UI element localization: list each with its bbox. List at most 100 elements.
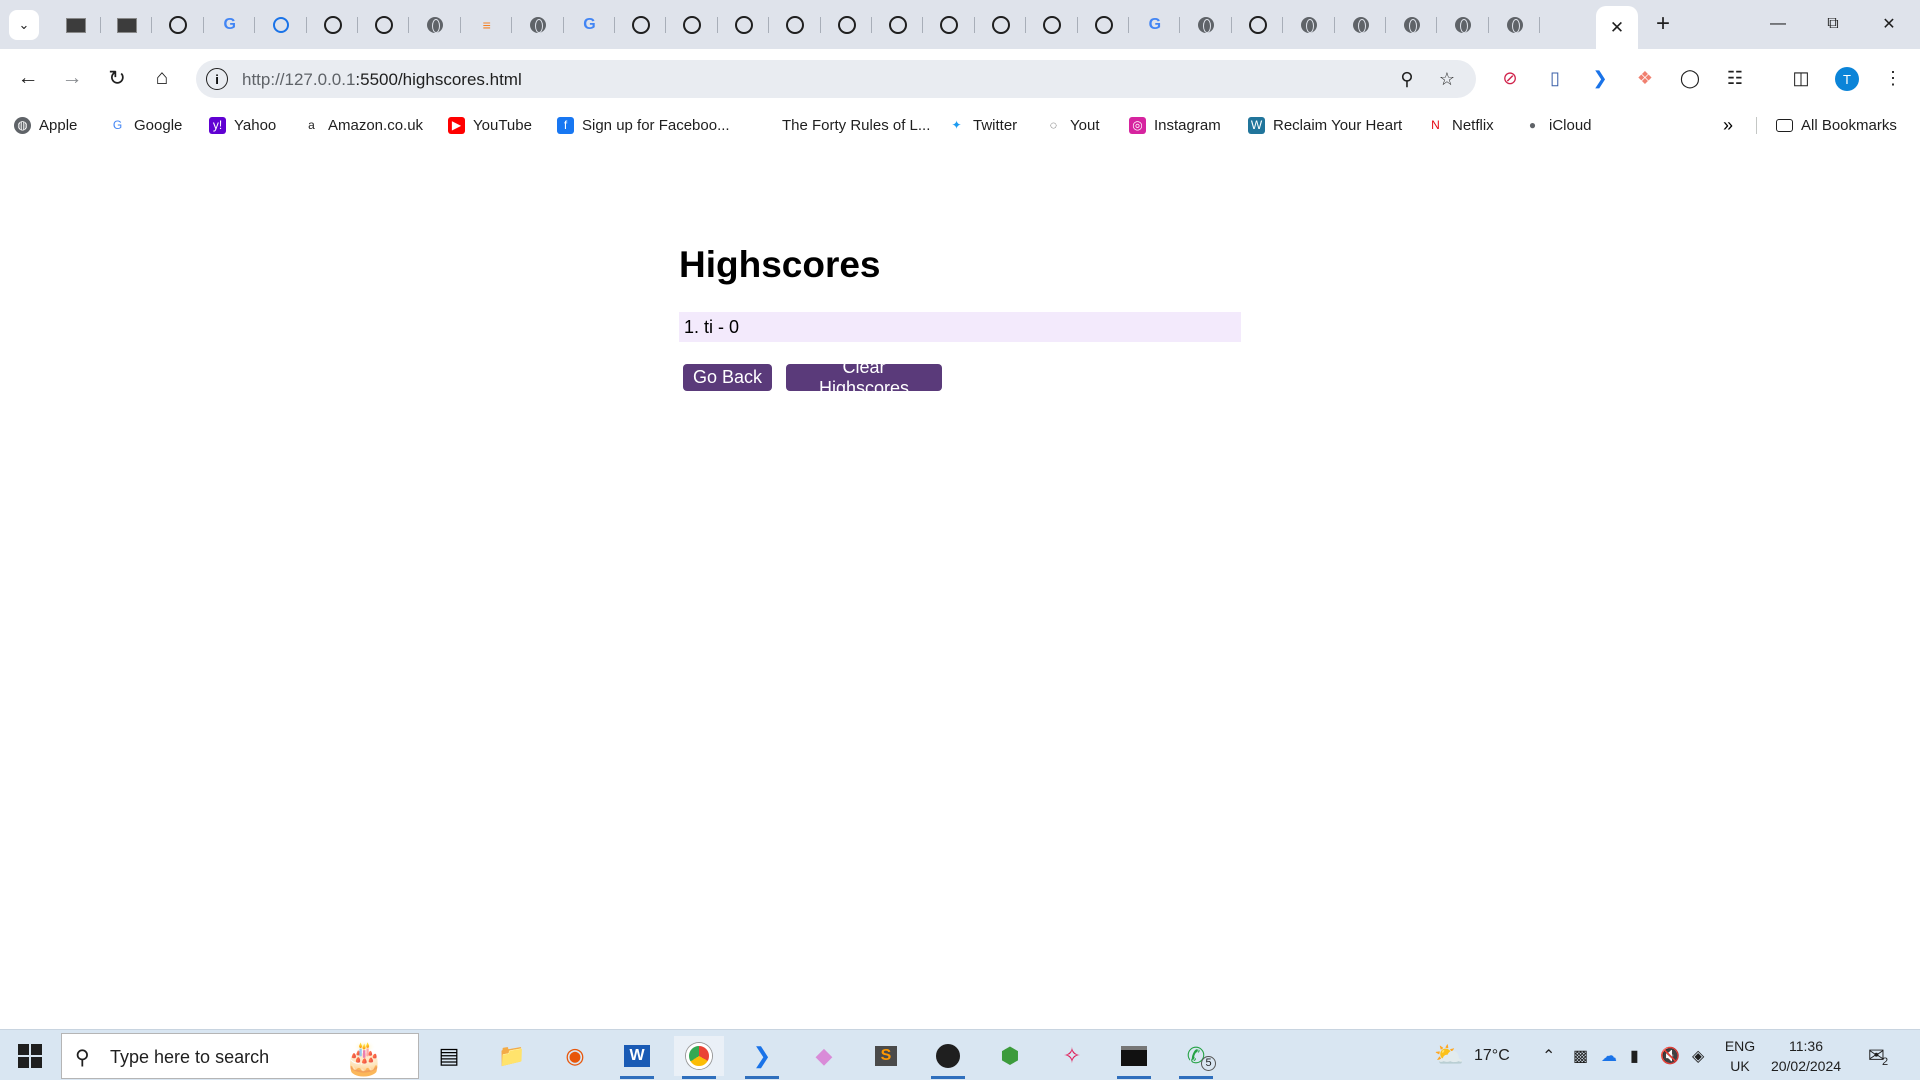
weather-temp[interactable]: 17°C	[1474, 1030, 1510, 1080]
gitkraken-icon[interactable]: ◆	[799, 1036, 849, 1076]
bookmark-item[interactable]: W Reclaim Your Heart	[1248, 115, 1402, 135]
url-text[interactable]: http://127.0.0.1:5500/highscores.html	[242, 70, 522, 90]
back-button[interactable]: ←	[12, 62, 44, 94]
browser-tab[interactable]	[513, 8, 564, 42]
browser-tab[interactable]	[1335, 8, 1386, 42]
bookmark-item[interactable]: ◍ Apple	[14, 115, 77, 135]
browser-tab[interactable]: G	[204, 8, 256, 42]
bookmark-item[interactable]: The Forty Rules of L...	[782, 115, 930, 135]
more-bookmarks-icon[interactable]: »	[1716, 113, 1740, 137]
close-icon[interactable]: ✕	[1610, 18, 1624, 38]
browser-tab[interactable]	[615, 8, 667, 42]
browser-tab[interactable]	[256, 8, 307, 42]
file-explorer-icon[interactable]: 📁	[487, 1036, 537, 1076]
browser-tab[interactable]	[410, 8, 461, 42]
restore-button[interactable]: ⧉	[1810, 9, 1856, 39]
vscode-icon[interactable]: ❯	[737, 1036, 787, 1079]
volume-muted-icon[interactable]: 🔇	[1660, 1030, 1680, 1080]
browser-tab[interactable]	[975, 8, 1027, 42]
new-tab-button[interactable]: +	[1650, 10, 1676, 37]
menu-icon[interactable]: ⋮	[1880, 65, 1906, 91]
star-icon[interactable]: ☆	[1436, 68, 1458, 90]
task-view-icon[interactable]: ▤	[424, 1036, 474, 1076]
clipboard-extension-icon[interactable]: ▯	[1542, 65, 1568, 91]
bookmark-item[interactable]: f Sign up for Faceboo...	[557, 115, 730, 135]
sublime-icon[interactable]: S	[861, 1036, 911, 1076]
browser-tab[interactable]: G	[564, 8, 615, 42]
active-tab[interactable]: ✕	[1596, 6, 1638, 49]
browser-tab[interactable]	[1438, 8, 1489, 42]
site-info-icon[interactable]: i	[206, 68, 228, 90]
github-desktop-icon[interactable]	[923, 1036, 973, 1079]
battery-icon[interactable]: ▮	[1630, 1030, 1639, 1080]
browser-tab[interactable]	[50, 8, 101, 42]
browser-tab[interactable]	[1284, 8, 1335, 42]
nodejs-icon[interactable]: ⬢	[985, 1036, 1035, 1076]
minimize-button[interactable]: —	[1755, 9, 1801, 39]
browser-tab[interactable]	[307, 8, 358, 42]
start-button[interactable]	[12, 1042, 48, 1070]
whatsapp-icon[interactable]: ✆ 5	[1171, 1036, 1221, 1079]
bookmark-item[interactable]: ● iCloud	[1524, 115, 1592, 135]
browser-tab[interactable]	[667, 8, 718, 42]
browser-tab[interactable]	[924, 8, 975, 42]
bookmark-item[interactable]: a Amazon.co.uk	[303, 115, 423, 135]
meet-icon[interactable]: ▩	[1573, 1030, 1588, 1080]
code-extension-icon[interactable]: ◯	[1677, 65, 1703, 91]
bookmark-item[interactable]: ◌ Yout	[1045, 115, 1100, 135]
reload-button[interactable]: ↻	[101, 62, 133, 94]
browser-tab[interactable]	[770, 8, 821, 42]
all-bookmarks-button[interactable]: All Bookmarks	[1776, 115, 1897, 135]
terminal-icon[interactable]	[1109, 1036, 1159, 1079]
vscode-extension-icon[interactable]: ❯	[1587, 65, 1613, 91]
colorpick-extension-icon[interactable]: ❖	[1632, 65, 1658, 91]
zoom-icon[interactable]: ⚲	[1396, 68, 1418, 90]
side-panel-icon[interactable]: ◫	[1788, 65, 1814, 91]
browser-tab[interactable]	[358, 8, 410, 42]
browser-tab[interactable]	[1232, 8, 1284, 42]
dark-page-icon	[116, 17, 137, 33]
browser-tab[interactable]	[1489, 8, 1541, 42]
onedrive-icon[interactable]: ☁	[1601, 1030, 1617, 1080]
browser-tab[interactable]	[1386, 8, 1438, 42]
tab-search-button[interactable]: ⌄	[9, 10, 39, 40]
weather-icon[interactable]: ⛅	[1434, 1030, 1464, 1080]
slack-icon[interactable]: ✧	[1047, 1036, 1097, 1076]
clock[interactable]: 11:36 20/02/2024	[1766, 1036, 1846, 1076]
browser-tab[interactable]	[101, 8, 153, 42]
bookmark-item[interactable]: G Google	[109, 115, 183, 135]
word-icon[interactable]: W	[612, 1036, 662, 1079]
chevron-up-icon[interactable]: ⌃	[1542, 1030, 1555, 1080]
avatar[interactable]: T	[1835, 67, 1859, 91]
chrome-icon[interactable]	[674, 1036, 724, 1079]
browser-tab[interactable]: G	[1129, 8, 1181, 42]
go-back-button[interactable]: Go Back	[683, 364, 772, 391]
browser-tab[interactable]	[153, 8, 204, 42]
notifications-icon[interactable]: ✉ 2	[1868, 1030, 1888, 1080]
bookmark-item[interactable]: N Netflix	[1427, 115, 1494, 135]
address-bar[interactable]: i http://127.0.0.1:5500/highscores.html …	[196, 60, 1476, 98]
firefox-icon[interactable]: ◉	[550, 1036, 600, 1076]
wifi-icon[interactable]: ◈	[1692, 1030, 1704, 1080]
home-button[interactable]: ⌂	[146, 62, 178, 94]
browser-tab[interactable]	[821, 8, 872, 42]
language-indicator[interactable]: ENG UK	[1720, 1036, 1760, 1076]
close-window-button[interactable]: ✕	[1866, 9, 1912, 39]
blocker-extension-icon[interactable]: ⊘	[1497, 65, 1523, 91]
browser-tab[interactable]	[1027, 8, 1078, 42]
google-icon: G	[583, 16, 596, 33]
taskbar-search[interactable]: ⚲ Type here to search 🎂	[61, 1033, 419, 1079]
browser-tab[interactable]: ≡	[461, 8, 513, 42]
clear-highscores-button[interactable]: Clear Highscores	[786, 357, 942, 398]
browser-tab[interactable]	[718, 8, 770, 42]
browser-tab[interactable]	[1078, 8, 1129, 42]
page-title: Highscores	[679, 244, 881, 285]
bookmark-item[interactable]: ✦ Twitter	[948, 115, 1017, 135]
puzzle-icon[interactable]: ☷	[1722, 65, 1748, 91]
bookmark-item[interactable]: ▶ YouTube	[448, 115, 532, 135]
bookmark-item[interactable]: ◎ Instagram	[1129, 115, 1221, 135]
bookmark-item[interactable]: y! Yahoo	[209, 115, 276, 135]
forward-button[interactable]: →	[56, 62, 88, 94]
browser-tab[interactable]	[872, 8, 924, 42]
browser-tab[interactable]	[1181, 8, 1232, 42]
